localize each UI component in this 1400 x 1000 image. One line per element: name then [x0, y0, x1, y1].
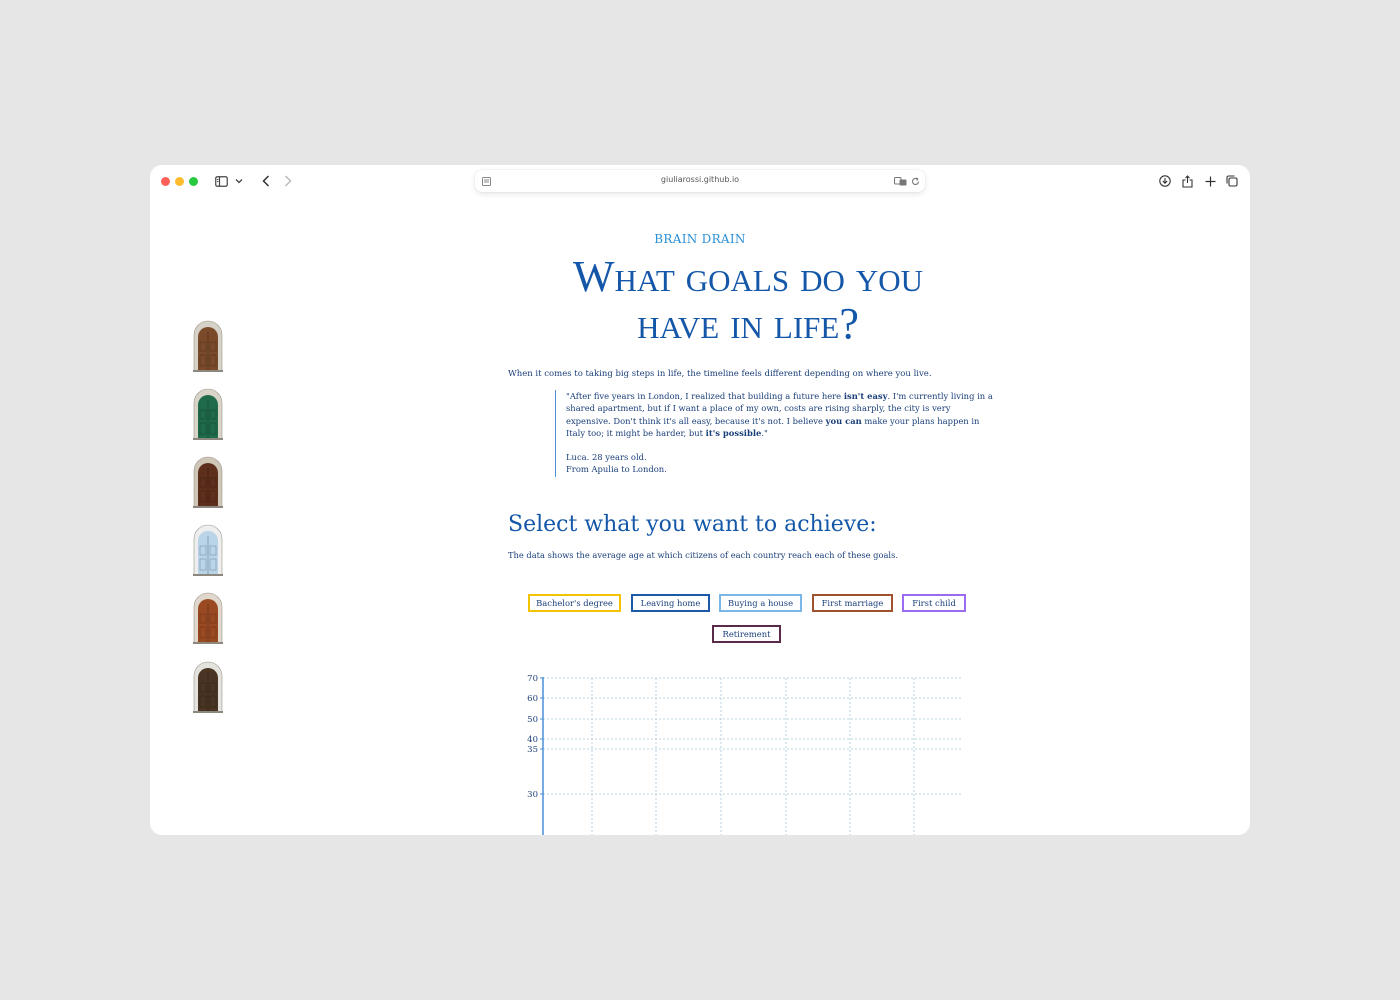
new-tab-icon[interactable] — [1203, 173, 1217, 189]
url-text: giuliarossi.github.io — [660, 175, 740, 184]
sidebar-icon[interactable] — [214, 173, 228, 189]
attribution-origin: From Apulia to London. — [566, 464, 667, 475]
door-stone-arch-icon — [193, 661, 223, 713]
quote-text: "After five years in London, I realized … — [566, 390, 996, 439]
quote-part: ." — [761, 427, 768, 438]
goal-button-bachelors-degree[interactable]: Bachelor's degree — [528, 594, 621, 612]
goal-label: Leaving home — [640, 598, 701, 608]
browser-window: giuliarossi.github.io BRAIN DRAIN What g… — [150, 165, 1250, 835]
goal-button-first-child[interactable]: First child — [902, 594, 966, 612]
forward-icon[interactable] — [282, 173, 294, 189]
share-icon[interactable] — [1180, 173, 1194, 189]
quote-part: "After five years in London, I realized … — [566, 391, 844, 401]
goal-label: First child — [912, 598, 956, 608]
door-orange-wood-icon — [193, 592, 223, 644]
title-line-2: have in life? — [637, 299, 859, 348]
y-tick-label: 60 — [527, 694, 538, 704]
chevron-down-icon[interactable] — [234, 173, 244, 189]
door-ornate-brown-icon — [193, 320, 223, 372]
reload-icon[interactable] — [909, 175, 921, 187]
minimize-window-button[interactable] — [175, 177, 184, 186]
goal-button-buying-a-house[interactable]: Buying a house — [719, 594, 802, 612]
back-icon[interactable] — [260, 173, 272, 189]
download-icon[interactable] — [1158, 173, 1172, 189]
goal-button-leaving-home[interactable]: Leaving home — [631, 594, 710, 612]
y-tick-label: 35 — [527, 745, 538, 755]
door-light-blue-icon — [193, 524, 223, 576]
goal-label: Buying a house — [727, 598, 794, 608]
browser-toolbar: giuliarossi.github.io — [150, 165, 1250, 199]
goal-label: Retirement — [722, 629, 771, 639]
goal-label: Bachelor's degree — [536, 598, 613, 608]
quote-attribution: Luca. 28 years old. From Apulia to Londo… — [566, 451, 996, 476]
door-green-icon — [193, 388, 223, 440]
section-title: Select what you want to achieve: — [508, 512, 877, 537]
y-tick-label: 70 — [527, 674, 538, 684]
goal-button-retirement[interactable]: Retirement — [712, 625, 781, 643]
quote-emphasis: it's possible — [705, 427, 762, 438]
kicker-label: BRAIN DRAIN — [654, 232, 746, 246]
y-tick-label: 30 — [527, 790, 538, 800]
page-title: What goals do you have in life? — [530, 253, 966, 347]
door-dark-brown-icon — [193, 456, 223, 508]
goal-button-first-marriage[interactable]: First marriage — [812, 594, 893, 612]
close-window-button[interactable] — [161, 177, 170, 186]
address-bar[interactable]: giuliarossi.github.io — [475, 170, 925, 192]
goal-label: First marriage — [821, 598, 884, 608]
section-subtitle: The data shows the average age at which … — [508, 550, 898, 560]
y-tick-label: 40 — [527, 735, 538, 745]
intro-paragraph: When it comes to taking big steps in lif… — [508, 369, 932, 379]
zoom-window-button[interactable] — [189, 177, 198, 186]
y-tick-label: 50 — [527, 715, 538, 725]
quote-emphasis: isn't easy — [843, 391, 888, 401]
translate-icon[interactable] — [893, 175, 907, 187]
testimonial-quote: "After five years in London, I realized … — [555, 390, 996, 477]
quote-emphasis: you can — [825, 415, 862, 426]
attribution-name: Luca. 28 years old. — [566, 452, 647, 463]
age-chart: 70 60 50 4035 30 — [527, 674, 962, 835]
tabs-overview-icon[interactable] — [1225, 173, 1239, 189]
title-line-1: What goals do you — [572, 252, 924, 301]
